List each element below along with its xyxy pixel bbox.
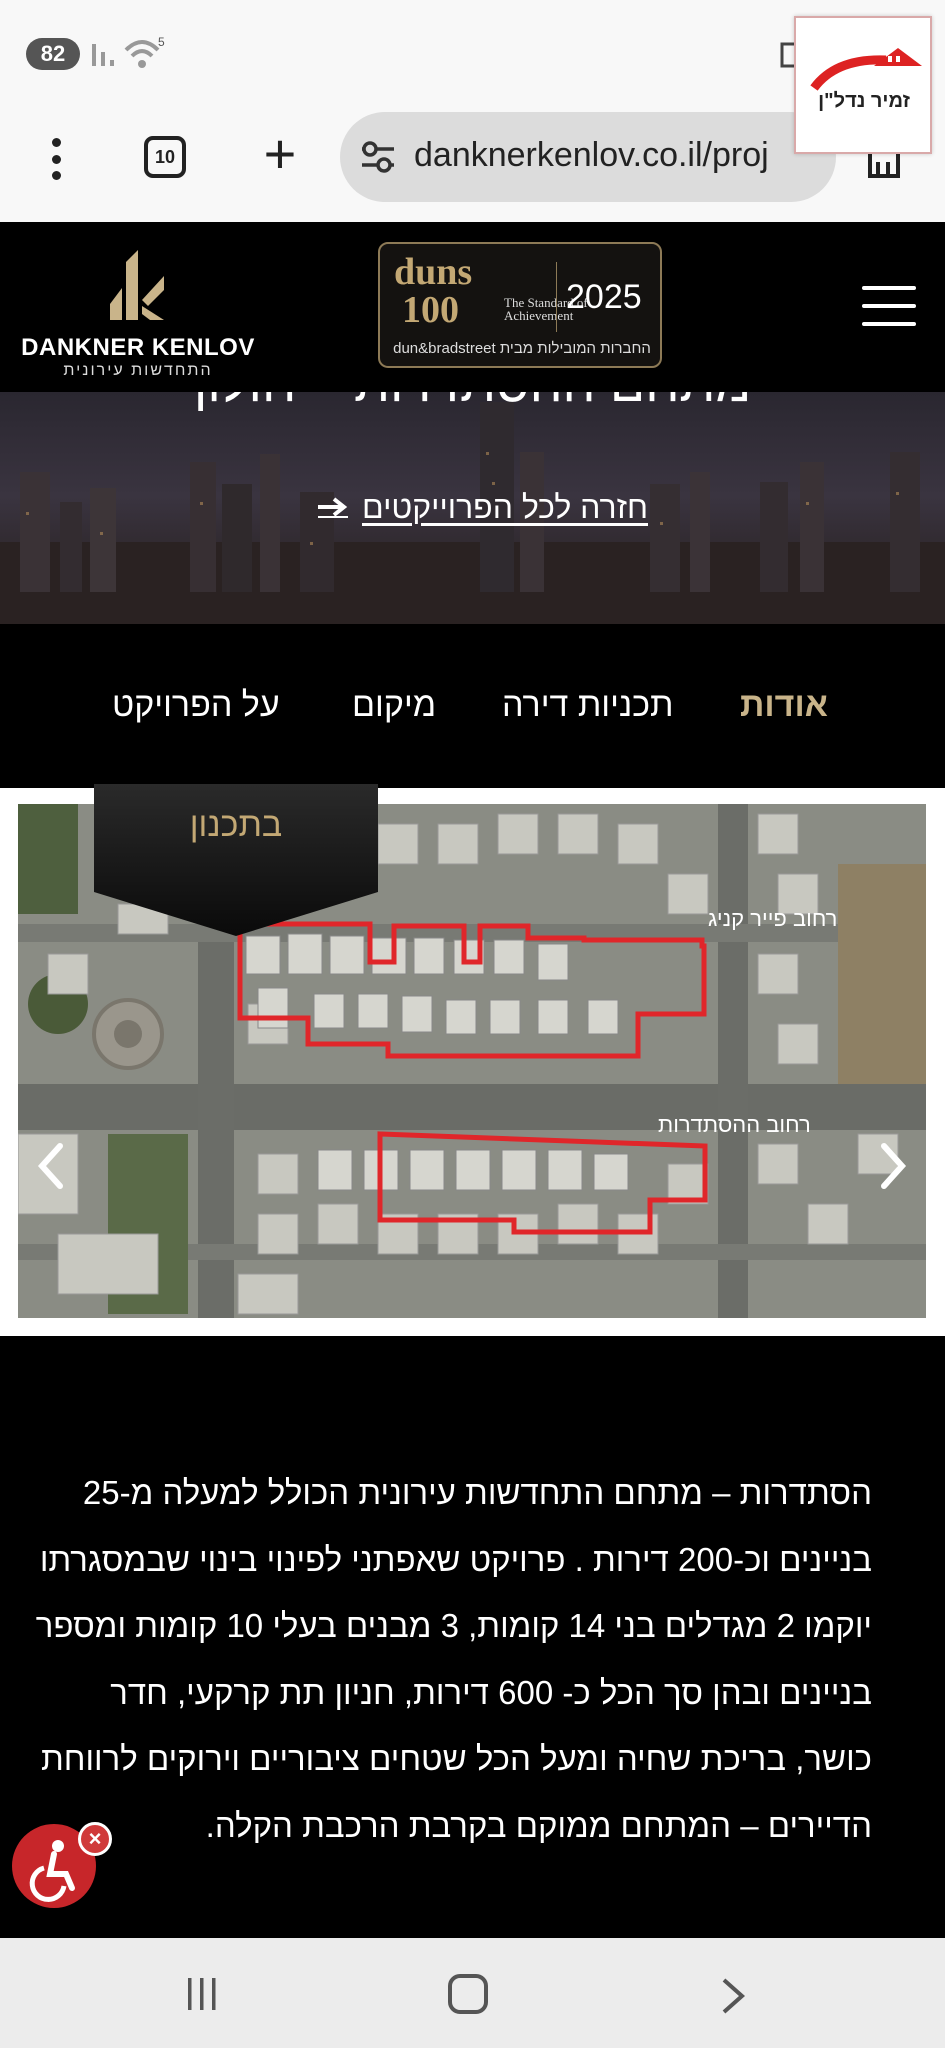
duns-bottom-text: החברות המובילות מבית dun&bradstreet [393,340,651,357]
arrow-right-icon [318,497,348,518]
hero-banner: מתחם ההסתדרות – חולון חזרה לכל הפרוייקטי… [0,392,945,624]
url-text: danknerkenlov.co.il/proj [414,136,769,174]
site-header: DANKNER KENLOV התחדשות עירונית duns 100 … [0,222,945,392]
watermark-roof-graphic [810,48,922,91]
duns-year: 2025 [566,278,642,316]
tab-about-project[interactable]: על הפרויקט [112,686,280,725]
back-to-projects-link[interactable]: חזרה לכל הפרוייקטים [298,482,648,532]
project-tabs: אודות תכניות דירה מיקום על הפרויקט [0,624,945,788]
site-settings-icon[interactable] [358,140,398,174]
hamburger-menu-icon[interactable] [862,286,916,326]
system-nav-bar [0,1938,945,2048]
duns-divider [556,262,557,332]
brand-subtitle: התחדשות עירונית [63,362,213,379]
project-title: מתחם ההסתדרות – חולון [0,392,945,414]
tab-about[interactable]: אודות [740,686,828,725]
browser-menu-button[interactable] [38,134,74,184]
tab-switcher-button[interactable]: 10 [144,136,186,178]
svg-text:5: 5 [158,35,165,49]
home-button-icon[interactable] [448,1974,488,2014]
street-label-king: רחוב פייר קניג [708,906,837,931]
status-label: בתכנון [189,806,283,844]
duns-number: 100 [402,289,459,331]
gallery-next-icon[interactable] [876,1142,910,1190]
project-status-tag: בתכנון [94,784,378,936]
tab-floor-plans[interactable]: תכניות דירה [502,686,674,725]
battery-indicator: 82 [26,38,80,70]
recent-apps-icon[interactable] [184,1976,220,2012]
accessibility-close-icon[interactable]: × [78,1822,112,1856]
screen: 82 5 10 + danknerkenlov.co.il/proj זמיר … [0,0,945,2048]
watermark-logo: זמיר נדל"ן [794,16,932,154]
signal-icon [92,44,114,66]
back-chevron-icon[interactable] [718,1976,748,2016]
new-tab-button[interactable]: + [258,126,302,186]
back-link-label: חזרה לכל הפרוייקטים [362,488,648,525]
watermark-text: זמיר נדל"ן [818,90,910,112]
street-label-histadrut: רחוב ההסתדרות [658,1112,811,1137]
project-description: הסתדרות – מתחם התחדשות עירונית הכולל למע… [35,1474,872,1844]
duns-word: duns [394,251,473,293]
duns-award-badge: duns 100 The Standard of Achievement 202… [378,242,662,368]
gallery-prev-icon[interactable] [34,1142,68,1190]
brand-mark-icon [110,250,164,320]
brand-name: DANKNER KENLOV [21,334,255,361]
tab-location[interactable]: מיקום [352,686,436,725]
wifi-icon: 5 [124,35,165,68]
brand-logo[interactable]: DANKNER KENLOV התחדשות עירונית [18,240,258,380]
address-bar[interactable]: danknerkenlov.co.il/proj [340,112,836,202]
